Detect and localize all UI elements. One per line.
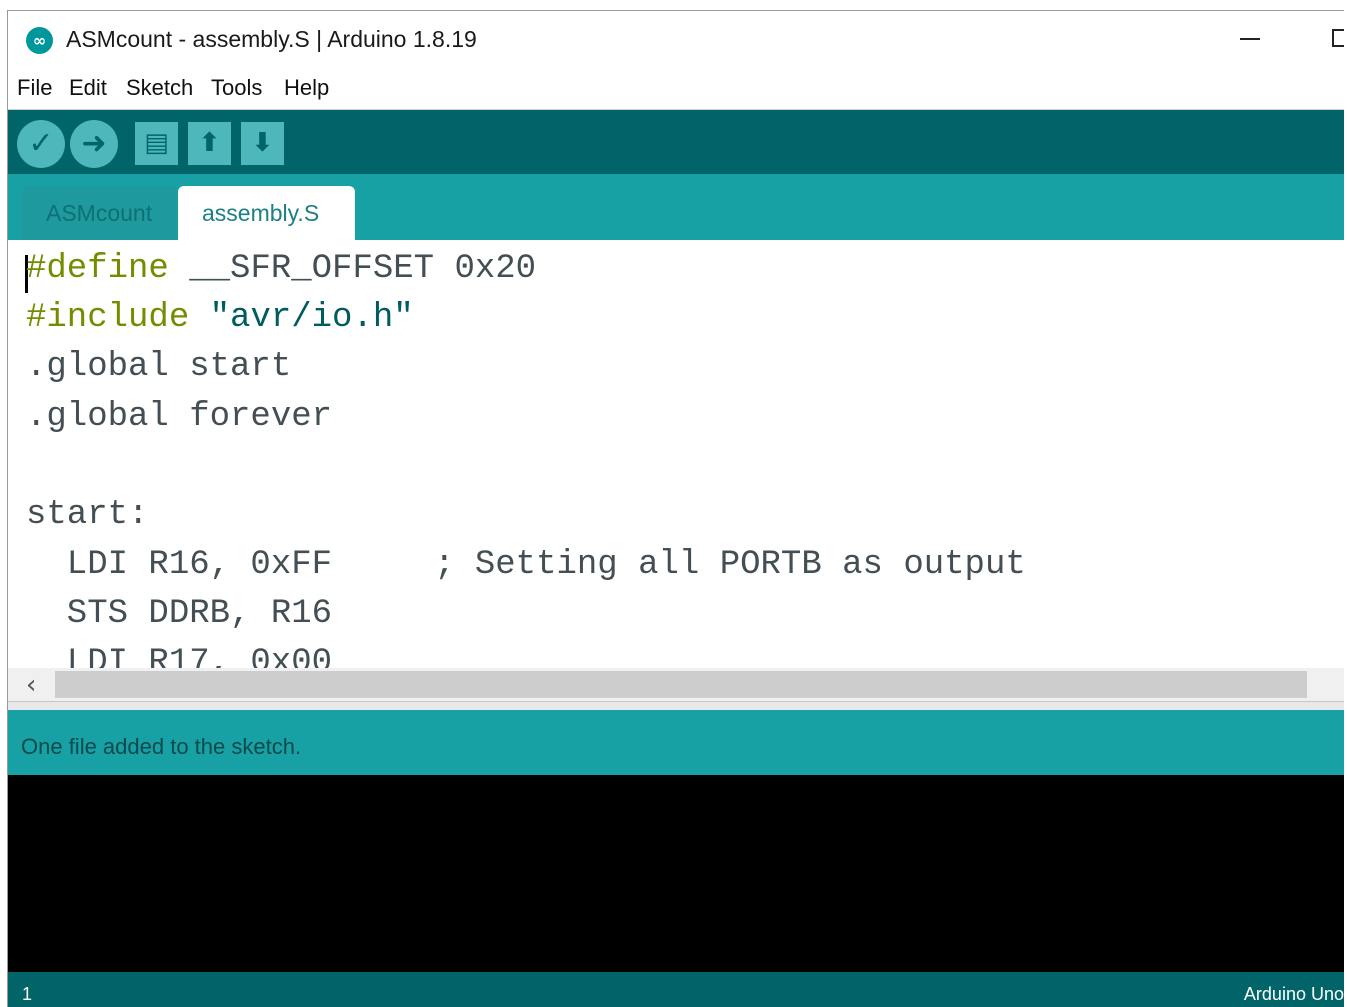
code-line: .global forever [26, 398, 333, 436]
menu-edit[interactable]: Edit [69, 75, 107, 101]
code-line: start: [26, 496, 149, 534]
menu-help[interactable]: Help [284, 75, 329, 101]
menu-tools[interactable]: Tools [211, 75, 262, 101]
tab-asmcount[interactable]: ASMcount [22, 186, 177, 240]
code-line: STS DDRB, R16 [26, 595, 333, 633]
console-output[interactable] [8, 775, 1344, 972]
upload-button[interactable]: ➜ [70, 120, 118, 168]
scrollbar-thumb[interactable] [55, 671, 1307, 698]
code-editor[interactable]: #define __SFR_OFFSET 0x20 #include "avr/… [8, 240, 1344, 668]
board-name: Arduino Uno [1243, 984, 1344, 1004]
verify-button[interactable]: ✓ [17, 120, 65, 168]
status-bar: One file added to the sketch. [8, 710, 1344, 775]
toolbar: ✓ ➜ ▤ ⬆ ⬇ [8, 110, 1344, 174]
code-line: LDI R16, 0xFF ; Setting all PORTB as out… [26, 546, 1026, 584]
new-document-icon: ▤ [144, 128, 169, 158]
maximize-button[interactable] [1332, 29, 1344, 47]
menu-file[interactable]: File [17, 75, 52, 101]
code-line: .global start [26, 348, 292, 386]
code-line: #define __SFR_OFFSET 0x20 [26, 250, 536, 288]
arduino-ide-window: ∞ ASMcount - assembly.S | Arduino 1.8.19… [7, 10, 1344, 1007]
line-number: 1 [22, 984, 33, 1004]
preprocessor-keyword: #include [26, 299, 190, 337]
footer-bar: 1 Arduino Uno [8, 972, 1344, 1007]
tab-bar: ASMcount assembly.S [8, 174, 1344, 240]
horizontal-scrollbar[interactable]: ‹ [8, 668, 1344, 701]
preprocessor-keyword: #define [26, 250, 169, 288]
arduino-infinity-icon: ∞ [26, 27, 53, 54]
status-message: One file added to the sketch. [21, 734, 302, 759]
tab-assembly-s[interactable]: assembly.S [178, 186, 355, 240]
code-text: __SFR_OFFSET 0x20 [168, 250, 537, 288]
save-sketch-button[interactable]: ⬇ [241, 122, 284, 165]
save-arrow-down-icon: ⬇ [251, 128, 274, 158]
new-sketch-button[interactable]: ▤ [135, 122, 178, 165]
open-sketch-button[interactable]: ⬆ [188, 122, 231, 165]
arrow-right-icon: ➜ [81, 126, 107, 161]
open-arrow-up-icon: ⬆ [198, 128, 221, 158]
title-bar: ∞ ASMcount - assembly.S | Arduino 1.8.19 [8, 11, 1344, 63]
menu-sketch[interactable]: Sketch [126, 75, 193, 101]
window-title: ASMcount - assembly.S | Arduino 1.8.19 [66, 26, 477, 52]
menu-bar: File Edit Sketch Tools Help [8, 63, 1344, 110]
string-literal: "avr/io.h" [189, 299, 414, 337]
minimize-button[interactable] [1240, 38, 1260, 40]
code-line: #include "avr/io.h" [26, 299, 414, 337]
code-line: LDI R17, 0x00 [26, 644, 333, 668]
checkmark-icon: ✓ [28, 126, 54, 161]
chevron-left-icon[interactable]: ‹ [26, 670, 36, 700]
